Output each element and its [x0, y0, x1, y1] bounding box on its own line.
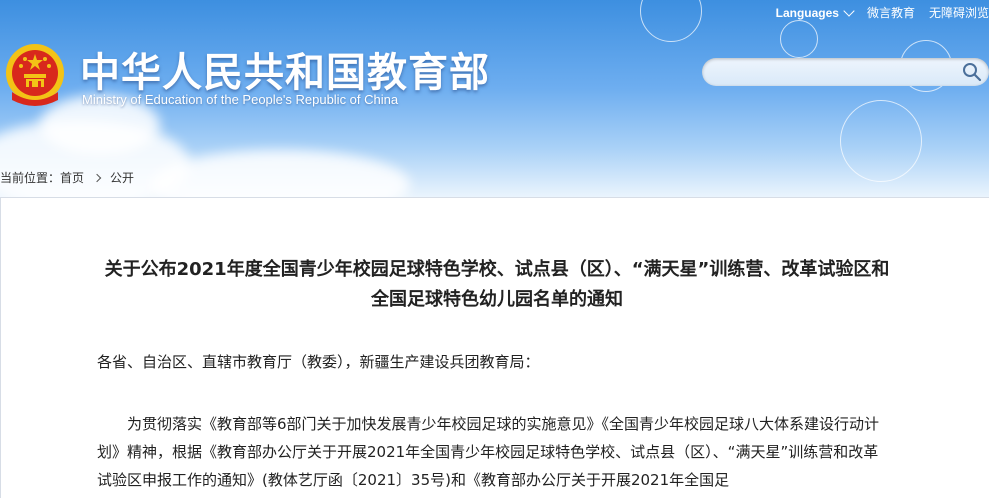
article-paragraph: 为贯彻落实《教育部等6部门关于加快发展青少年校园足球的实施意见》《全国青少年校园… [97, 415, 880, 489]
languages-label: Languages [775, 5, 839, 20]
chevron-down-icon [843, 4, 855, 17]
top-utility-bar: Languages 微言教育 无障碍浏览 [776, 4, 989, 21]
site-title[interactable]: 中华人民共和国教育部 [80, 40, 490, 98]
article-panel: 关于公布2021年度全国青少年校园足球特色学校、试点县（区）、“满天星”训练营、… [0, 197, 989, 498]
site-header: Languages 微言教育 无障碍浏览 中华人民共和国教育部 Ministry… [0, 0, 989, 197]
chevron-right-icon [92, 173, 102, 182]
breadcrumb-prefix: 当前位置： [0, 171, 61, 185]
site-subtitle: Ministry of Education of the People's Re… [82, 92, 399, 107]
search-input[interactable] [702, 58, 989, 86]
languages-menu[interactable]: Languages [775, 4, 855, 20]
accessible-browsing-link[interactable]: 无障碍浏览 [929, 4, 989, 21]
national-emblem-icon[interactable] [4, 42, 66, 108]
article-salutation: 各省、自治区、直辖市教育厅（教委），新疆生产建设兵团教育局： [97, 353, 540, 371]
search-icon[interactable] [962, 62, 982, 82]
breadcrumb-home-link[interactable]: 首页 [60, 169, 84, 186]
breadcrumb-current-link[interactable]: 公开 [110, 169, 134, 186]
article-title: 关于公布2021年度全国青少年校园足球特色学校、试点县（区）、“满天星”训练营、… [104, 259, 890, 310]
breadcrumb: 当前位置： 首页 公开 [0, 169, 134, 186]
weibo-link[interactable]: 微言教育 [867, 4, 915, 21]
